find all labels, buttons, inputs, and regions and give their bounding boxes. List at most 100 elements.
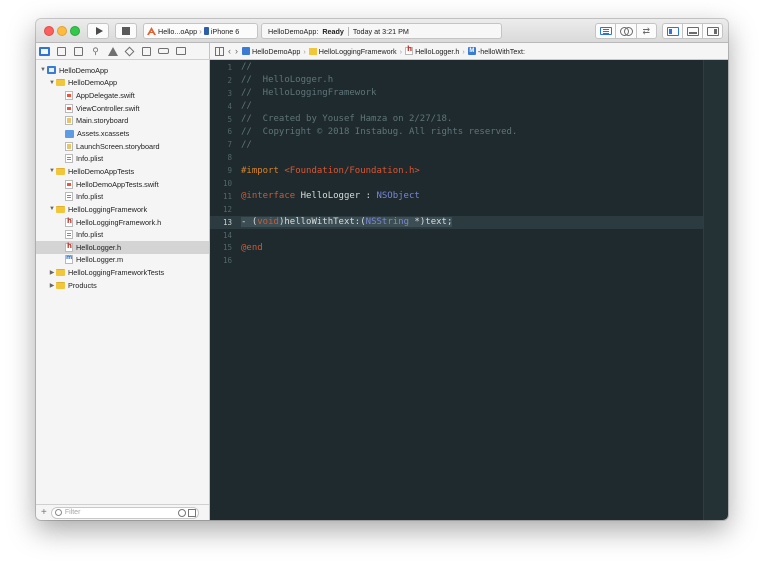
chevron-right-icon: › xyxy=(462,46,465,56)
line-number: 11 xyxy=(222,191,232,201)
line-number: 7 xyxy=(227,140,232,150)
project-navigator: ⚲ ▼ HelloDemoApp ▼ HelloDemoApp AppDelegate.… xyxy=(36,43,210,520)
code-token: - xyxy=(241,217,252,228)
tree-item[interactable]: HelloLoggingFramework.h xyxy=(36,216,209,229)
report-navigator-tab[interactable] xyxy=(175,46,186,57)
find-navigator-tab[interactable]: ⚲ xyxy=(90,46,101,57)
tree-item[interactable]: Main.storyboard xyxy=(36,115,209,128)
forward-arrow-icon[interactable]: › xyxy=(235,46,238,56)
line-number: 3 xyxy=(227,88,232,98)
filter-icon xyxy=(54,509,62,516)
disclosure-triangle-icon[interactable]: ▼ xyxy=(48,206,56,212)
toggle-navigator-button[interactable] xyxy=(663,24,683,38)
tree-item-label: AppDelegate.swift xyxy=(76,91,135,101)
line-number: 1 xyxy=(227,62,232,72)
code-line: 16 xyxy=(210,254,703,267)
run-button[interactable] xyxy=(87,23,109,39)
tree-item[interactable]: HelloLogger.m xyxy=(36,254,209,267)
related-items-icon[interactable] xyxy=(215,46,224,56)
tree-item[interactable]: Info.plist xyxy=(36,228,209,241)
breadcrumb-label: HelloDemoApp xyxy=(252,46,301,56)
breadcrumb-item[interactable]: M -helloWithText: xyxy=(467,47,525,56)
code-line: 7 // xyxy=(210,138,703,151)
tree-item[interactable]: Assets.xcassets xyxy=(36,127,209,140)
stop-icon xyxy=(122,27,130,35)
tree-item[interactable]: ▼ HelloLoggingFramework xyxy=(36,203,209,216)
tree-item-label: HelloLogger.m xyxy=(76,255,124,265)
issue-navigator-tab[interactable] xyxy=(107,46,118,57)
close-window-button[interactable] xyxy=(44,26,54,36)
source-editor[interactable]: 1 // 2 // HelloLogger.h 3 // HelloLoggingFram… xyxy=(210,60,703,520)
tree-item[interactable]: ViewController.swift xyxy=(36,102,209,115)
debug-navigator-tab[interactable] xyxy=(141,46,152,57)
code-token: HelloLogger : xyxy=(295,191,377,202)
tree-item[interactable]: Info.plist xyxy=(36,152,209,165)
tree-item-label: Products xyxy=(68,280,97,290)
code-line: 4 // xyxy=(210,100,703,113)
zoom-window-button[interactable] xyxy=(70,26,80,36)
code-token: @end xyxy=(241,242,263,253)
tree-item[interactable]: AppDelegate.swift xyxy=(36,89,209,102)
breadcrumb-label: HelloLogger.h xyxy=(415,46,460,56)
code-token: NSObject xyxy=(376,191,420,202)
code-line: 1 // xyxy=(210,61,703,74)
recent-files-icon[interactable] xyxy=(177,508,186,517)
source-control-navigator-tab[interactable] xyxy=(56,46,67,57)
code-line: 12 xyxy=(210,203,703,216)
tree-item[interactable]: HelloDemoAppTests.swift xyxy=(36,178,209,191)
toggle-debug-area-button[interactable] xyxy=(683,24,703,38)
tree-item[interactable]: ▶ HelloLoggingFrameworkTests xyxy=(36,266,209,279)
tree-item[interactable]: Info.plist xyxy=(36,190,209,203)
tree-item[interactable]: ▶ Products xyxy=(36,279,209,292)
storyboard-file-icon xyxy=(65,116,73,126)
disclosure-triangle-icon[interactable]: ▼ xyxy=(48,80,56,86)
code-line: 11 @interface HelloLogger : NSObject xyxy=(210,190,703,203)
version-editor-button[interactable]: ⇄ xyxy=(637,24,656,38)
disclosure-triangle-icon[interactable]: ▼ xyxy=(39,67,47,73)
symbol-navigator-tab[interactable] xyxy=(73,46,84,57)
breakpoint-navigator-tab[interactable] xyxy=(158,46,169,57)
standard-editor-button[interactable] xyxy=(596,24,617,38)
line-number: 15 xyxy=(222,243,232,253)
tree-item[interactable]: ▼ HelloDemoApp xyxy=(36,77,209,90)
disclosure-triangle-icon[interactable]: ▶ xyxy=(48,282,56,289)
activity-project-label: HelloDemoApp: xyxy=(268,26,319,36)
stop-button[interactable] xyxy=(115,23,137,39)
line-number: 9 xyxy=(227,166,232,176)
disclosure-triangle-icon[interactable]: ▶ xyxy=(48,269,56,276)
line-number: 5 xyxy=(227,114,232,124)
toggle-utilities-button[interactable] xyxy=(703,24,722,38)
breadcrumb-item[interactable]: HelloDemoApp xyxy=(242,47,300,56)
version-editor-icon: ⇄ xyxy=(642,25,651,36)
tree-item-label: HelloLoggingFrameworkTests xyxy=(68,268,165,278)
code-line: 15 @end xyxy=(210,241,703,254)
tree-item[interactable]: ▼ HelloDemoAppTests xyxy=(36,165,209,178)
source-control-filter-icon[interactable] xyxy=(187,508,196,517)
folder-icon xyxy=(56,79,65,87)
filter-input[interactable]: Filter xyxy=(50,506,199,519)
test-navigator-tab[interactable] xyxy=(124,46,135,57)
minimize-window-button[interactable] xyxy=(57,26,67,36)
tree-item[interactable]: LaunchScreen.storyboard xyxy=(36,140,209,153)
add-icon[interactable]: + xyxy=(41,507,47,518)
minimap[interactable] xyxy=(703,60,728,520)
back-arrow-icon[interactable]: ‹ xyxy=(228,46,231,56)
implementation-file-icon xyxy=(65,254,73,265)
folder-icon xyxy=(56,205,65,213)
file-tree: ▼ HelloDemoApp ▼ HelloDemoApp AppDelegate.sw… xyxy=(36,64,209,292)
tree-item-label: Main.storyboard xyxy=(76,116,129,126)
breadcrumb-item[interactable]: HelloLogger.h xyxy=(405,45,460,56)
swift-file-icon xyxy=(65,103,73,113)
tree-item[interactable]: HelloLogger.h xyxy=(36,240,209,254)
breadcrumb-item[interactable]: HelloLoggingFramework xyxy=(308,47,397,56)
scheme-selector[interactable]: Hello...oApp › iPhone 6 xyxy=(143,23,258,39)
folder-icon xyxy=(56,269,65,277)
disclosure-triangle-icon[interactable]: ▼ xyxy=(48,168,56,174)
code-token: *)text; xyxy=(409,217,453,228)
tree-item[interactable]: ▼ HelloDemoApp xyxy=(36,64,209,77)
assistant-editor-button[interactable] xyxy=(616,24,637,38)
line-number: 6 xyxy=(227,127,232,137)
toolbar: Hello...oApp › iPhone 6 HelloDemoApp: Re… xyxy=(36,19,728,43)
tree-item-label: HelloDemoAppTests xyxy=(68,166,135,176)
project-navigator-tab[interactable] xyxy=(39,46,50,57)
